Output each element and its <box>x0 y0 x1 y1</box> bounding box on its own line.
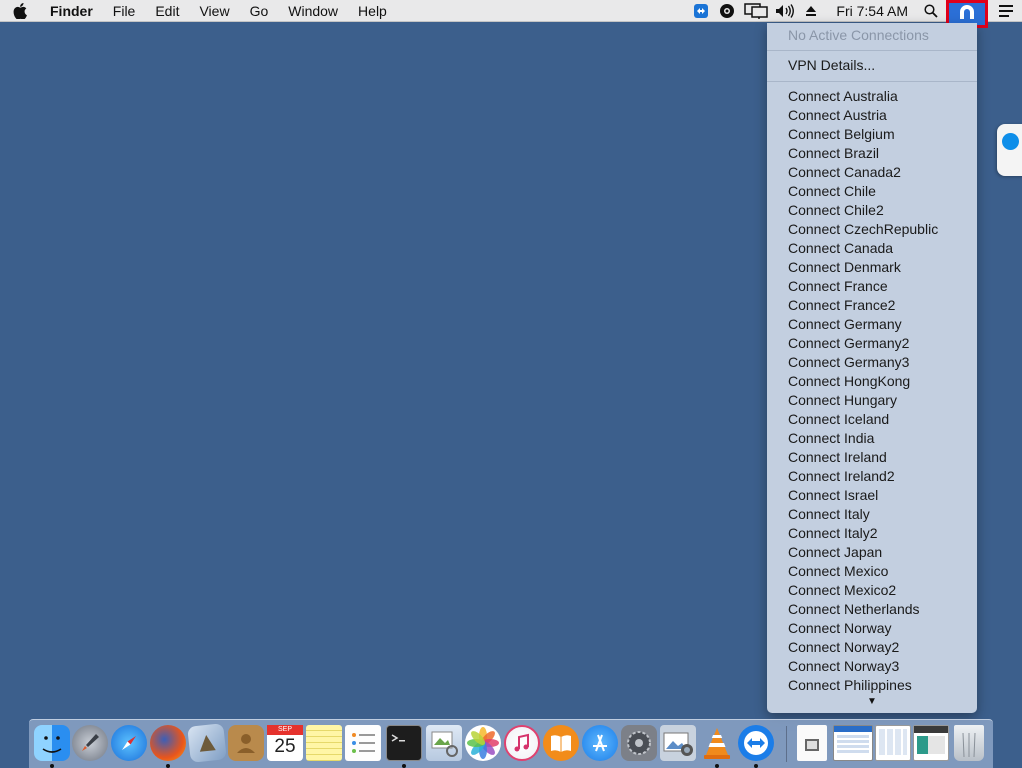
vpn-connect-menu-item[interactable]: Connect France <box>767 277 938 296</box>
app-store-icon[interactable] <box>582 725 618 761</box>
vpn-connect-menu-item[interactable]: Connect HongKong <box>767 372 938 391</box>
calendar-icon[interactable]: SEP 25 <box>267 725 303 761</box>
vpn-connect-menu-item[interactable]: Connect Belgium <box>767 125 938 144</box>
vpn-connect-menu-item[interactable]: Connect Chile2 <box>767 201 938 220</box>
teamviewer-icon[interactable] <box>688 0 714 22</box>
vpn-connect-menu-item[interactable]: Connect Israel <box>767 486 938 505</box>
window-thumbnail-icon[interactable] <box>875 725 911 761</box>
system-preferences-icon[interactable] <box>621 725 657 761</box>
vpn-dropdown-menu: No Active Connections VPN Details... Con… <box>767 23 977 713</box>
teamviewer-icon[interactable] <box>738 725 774 761</box>
vpn-connect-menu-item[interactable]: Connect Ireland <box>767 448 938 467</box>
search-icon[interactable] <box>918 0 944 22</box>
vpn-connect-menu-item[interactable]: Connect Netherlands <box>767 600 938 619</box>
vpn-connect-menu-item[interactable]: Connect Germany2 <box>767 334 938 353</box>
running-indicator <box>754 764 758 768</box>
gear-icon[interactable] <box>714 0 740 22</box>
vpn-connect-menu-item[interactable]: Connect Austria <box>767 106 938 125</box>
terminal-icon[interactable] <box>386 725 422 761</box>
document-icon[interactable] <box>797 725 827 761</box>
window-thumbnail-icon[interactable] <box>913 725 949 761</box>
menu-separator <box>767 81 977 82</box>
vpn-connect-menu-item[interactable]: Connect Italy <box>767 505 938 524</box>
vpn-connect-menu-item[interactable]: Connect Denmark <box>767 258 938 277</box>
vpn-connect-menu-item[interactable]: Connect Brazil <box>767 144 938 163</box>
trash-icon[interactable] <box>954 725 984 761</box>
dock-separator <box>786 726 787 762</box>
menu-help[interactable]: Help <box>348 0 397 22</box>
vpn-connect-menu-item[interactable]: Connect Germany3 <box>767 353 938 372</box>
vpn-connect-menu-item[interactable]: Connect Hungary <box>767 391 938 410</box>
mail-icon[interactable] <box>187 723 227 763</box>
photos-icon[interactable] <box>465 725 501 761</box>
eject-icon[interactable] <box>798 0 824 22</box>
vpn-connect-menu-item[interactable]: Connect Canada <box>767 239 938 258</box>
finder-icon[interactable] <box>34 725 70 761</box>
calendar-month: SEP <box>267 725 303 735</box>
apple-menu-icon[interactable] <box>0 0 40 22</box>
vpn-connect-menu-item[interactable]: Connect Chile <box>767 182 938 201</box>
running-indicator <box>402 764 406 768</box>
vpn-connect-menu-item[interactable]: Connect Germany <box>767 315 938 334</box>
notification-center-icon[interactable] <box>990 0 1022 22</box>
display-mirroring-icon[interactable] <box>740 0 772 22</box>
firefox-icon[interactable] <box>150 725 186 761</box>
vpn-connect-menu-item[interactable]: Connect Mexico <box>767 562 938 581</box>
itunes-icon[interactable] <box>504 725 540 761</box>
launchpad-icon[interactable] <box>72 725 108 761</box>
running-indicator <box>166 764 170 768</box>
menu-window[interactable]: Window <box>278 0 348 22</box>
menu-edit[interactable]: Edit <box>145 0 189 22</box>
notes-icon[interactable] <box>306 725 342 761</box>
ibooks-icon[interactable] <box>543 725 579 761</box>
contacts-icon[interactable] <box>228 725 264 761</box>
menu-separator <box>767 50 977 51</box>
image-capture-icon[interactable] <box>660 725 696 761</box>
vpn-connect-menu-item[interactable]: Connect India <box>767 429 938 448</box>
vpn-connect-menu-item[interactable]: Connect Australia <box>767 87 938 106</box>
vpn-connect-menu-item[interactable]: Connect Ireland2 <box>767 467 938 486</box>
running-indicator <box>50 764 54 768</box>
menu-go[interactable]: Go <box>240 0 279 22</box>
volume-icon[interactable] <box>772 0 798 22</box>
scroll-down-arrow-icon[interactable]: ▼ <box>767 696 977 708</box>
vpn-connect-menu-item[interactable]: Connect France2 <box>767 296 938 315</box>
dock: SEP 25 <box>29 719 993 768</box>
vpn-status-label: No Active Connections <box>788 27 929 43</box>
running-indicator <box>715 764 719 768</box>
vpn-connect-menu-item[interactable]: Connect CzechRepublic <box>767 220 938 239</box>
reminders-icon[interactable] <box>345 725 381 761</box>
vpn-connect-menu-item[interactable]: Connect Philippines <box>767 676 938 695</box>
calendar-day: 25 <box>274 736 296 757</box>
window-thumbnail-icon[interactable] <box>833 725 873 761</box>
menu-view[interactable]: View <box>189 0 239 22</box>
vpn-connect-menu-item[interactable]: Connect Canada2 <box>767 163 938 182</box>
vlc-icon[interactable] <box>699 725 735 761</box>
menubar-clock[interactable]: Fri 7:54 AM <box>824 3 918 19</box>
vpn-connect-menu-item[interactable]: Connect Norway2 <box>767 638 938 657</box>
vpn-connect-menu-item[interactable]: Connect Norway <box>767 619 938 638</box>
app-menu-finder[interactable]: Finder <box>40 0 103 22</box>
teamviewer-icon <box>1002 133 1019 150</box>
vpn-connect-menu-item[interactable]: Connect Norway3 <box>767 657 938 676</box>
safari-icon[interactable] <box>111 725 147 761</box>
vpn-connect-menu-item[interactable]: Connect Iceland <box>767 410 938 429</box>
preview-icon[interactable] <box>426 725 462 761</box>
vpn-connect-menu-item[interactable]: Connect Japan <box>767 543 938 562</box>
connection-list: Connect Australia Connect Austria Connect … <box>767 87 938 695</box>
vpn-connect-menu-item[interactable]: Connect Italy2 <box>767 524 938 543</box>
teamviewer-side-panel-tab[interactable] <box>997 124 1022 176</box>
menu-file[interactable]: File <box>103 0 146 22</box>
menu-bar: Finder File Edit View Go Window Help Fri… <box>0 0 1022 28</box>
vpn-details-menu-item[interactable]: VPN Details... <box>767 56 875 75</box>
vpn-connect-menu-item[interactable]: Connect Mexico2 <box>767 581 938 600</box>
